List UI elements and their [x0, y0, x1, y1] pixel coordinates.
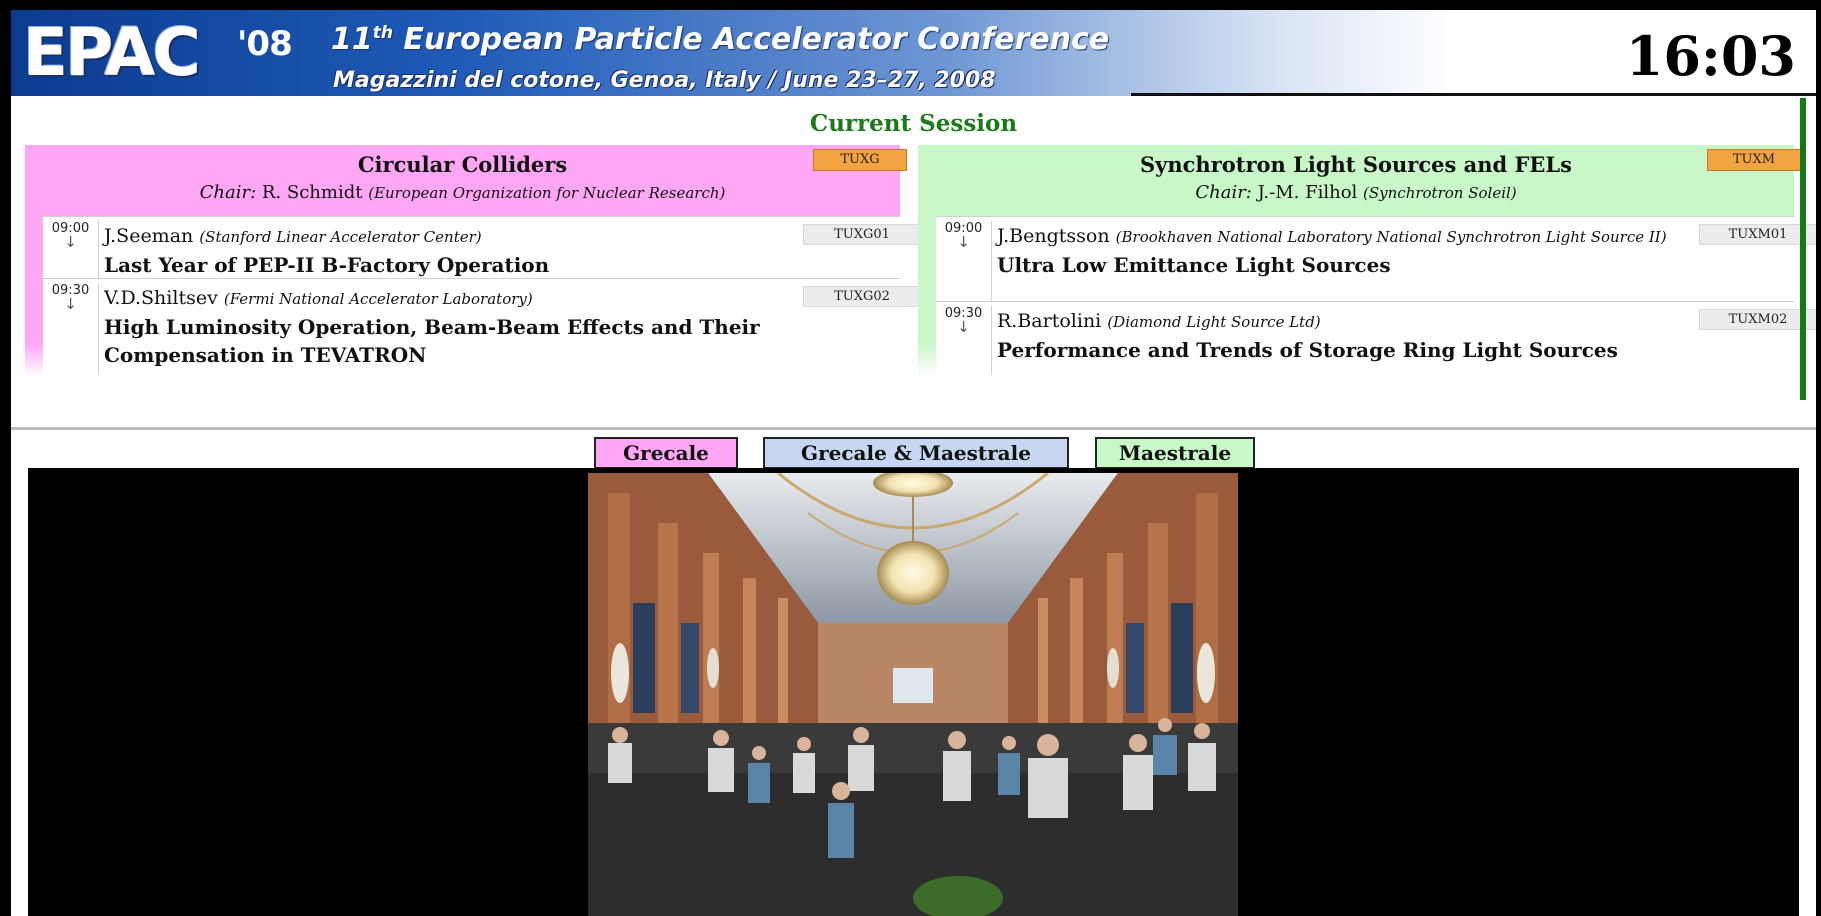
conference-banner: EPAC '08 11th European Particle Accelera…: [11, 10, 1816, 96]
conference-title-text: European Particle Accelerator Conference: [392, 22, 1110, 57]
session-chair: Chair: R. Schmidt (European Organization…: [25, 182, 900, 203]
speaker-institution: (Fermi National Accelerator Laboratory): [223, 290, 533, 308]
chair-label: Chair:: [1195, 182, 1252, 203]
session-title: Circular Colliders: [357, 152, 568, 177]
down-arrow-icon: ↓: [957, 318, 970, 336]
talk-title: Last Year of PEP-II B-Factory Operation: [104, 253, 550, 277]
photo-stage: [28, 468, 1799, 916]
session-code-badge[interactable]: TUXM: [1707, 149, 1801, 171]
conference-title-suffix: th: [372, 23, 393, 43]
session-header: Circular Colliders Chair: R. Schmidt (Eu…: [25, 145, 907, 216]
conference-venue: Magazzini del cotone, Genoa, Italy / Jun…: [333, 68, 996, 93]
talk-speaker: J.Bengtsson (Brookhaven National Laborat…: [997, 225, 1677, 248]
conference-title: 11th European Particle Accelerator Confe…: [331, 22, 1109, 57]
session-header: Synchrotron Light Sources and FELs Chair…: [918, 145, 1801, 216]
talk-body: J.Seeman (Stanford Linear Accelerator Ce…: [104, 225, 549, 279]
session-panel-circular-colliders: Circular Colliders Chair: R. Schmidt (Eu…: [25, 145, 921, 400]
talk-code-badge[interactable]: TUXM02: [1699, 309, 1816, 330]
talk-body: R.Bartolini (Diamond Light Source Ltd) P…: [997, 310, 1697, 364]
talk-time: 09:00 ↓: [936, 221, 992, 305]
tab-maestrale[interactable]: Maestrale: [1095, 437, 1255, 469]
epac-logo: EPAC: [23, 14, 201, 91]
talk-time: 09:30 ↓: [43, 283, 99, 374]
epac-logo-year: '08: [237, 24, 293, 64]
talk-speaker: J.Seeman (Stanford Linear Accelerator Ce…: [104, 225, 549, 248]
display-frame: EPAC '08 11th European Particle Accelera…: [11, 10, 1816, 916]
speaker-institution: (Brookhaven National Laboratory National…: [1115, 228, 1667, 246]
session-right-accent-bar: [1800, 98, 1806, 400]
conference-title-ordinal: 11: [331, 22, 373, 57]
header-rule: [1131, 93, 1816, 96]
venue-hall-photo: [588, 473, 1238, 916]
chair-institution: (Synchrotron Soleil): [1363, 184, 1517, 202]
talk-item[interactable]: 09:30 ↓ R.Bartolini (Diamond Light Source…: [936, 301, 1816, 375]
chair-institution: (European Organization for Nuclear Resea…: [368, 184, 726, 202]
section-divider: [11, 427, 1816, 430]
chair-label: Chair:: [199, 182, 257, 203]
talk-title: Performance and Trends of Storage Ring L…: [997, 338, 1618, 362]
talk-time: 09:00 ↓: [43, 221, 99, 282]
session-side-bar: [918, 216, 936, 376]
speaker-name: R.Bartolini: [997, 310, 1102, 332]
talk-time: 09:30 ↓: [936, 306, 992, 375]
talk-speaker: R.Bartolini (Diamond Light Source Ltd): [997, 310, 1697, 333]
clock: 16:03: [1625, 24, 1796, 88]
talk-item[interactable]: 09:00 ↓ J.Seeman (Stanford Linear Acceler…: [43, 216, 921, 282]
talk-title: Ultra Low Emittance Light Sources: [997, 253, 1391, 277]
speaker-name: J.Seeman: [104, 225, 194, 247]
talk-body: J.Bengtsson (Brookhaven National Laborat…: [997, 225, 1677, 279]
down-arrow-icon: ↓: [64, 233, 77, 251]
session-side-bar: [25, 216, 43, 376]
down-arrow-icon: ↓: [957, 233, 970, 251]
talk-body: V.D.Shiltsev (Fermi National Accelerator…: [104, 287, 764, 369]
session-panel-synchrotron-light-sources: Synchrotron Light Sources and FELs Chair…: [918, 145, 1816, 400]
speaker-institution: (Diamond Light Source Ltd): [1107, 313, 1321, 331]
down-arrow-icon: ↓: [64, 295, 77, 313]
speaker-name: J.Bengtsson: [997, 225, 1110, 247]
session-title: Synchrotron Light Sources and FELs: [1140, 152, 1572, 177]
current-session-heading: Current Session: [809, 110, 1018, 137]
session-chair: Chair: J.-M. Filhol (Synchrotron Soleil): [918, 182, 1794, 203]
speaker-name: V.D.Shiltsev: [104, 287, 218, 309]
talk-item[interactable]: 09:00 ↓ J.Bengtsson (Brookhaven National …: [936, 216, 1816, 305]
tab-grecale[interactable]: Grecale: [594, 437, 738, 469]
talk-item[interactable]: 09:30 ↓ V.D.Shiltsev (Fermi National Acce…: [43, 278, 921, 374]
talk-speaker: V.D.Shiltsev (Fermi National Accelerator…: [104, 287, 764, 310]
talk-code-badge[interactable]: TUXG02: [803, 286, 921, 307]
tab-grecale-and-maestrale[interactable]: Grecale & Maestrale: [763, 437, 1069, 469]
chair-name: R. Schmidt: [261, 182, 363, 203]
talk-code-badge[interactable]: TUXG01: [803, 224, 921, 245]
talk-title: High Luminosity Operation, Beam-Beam Eff…: [104, 315, 760, 367]
session-code-badge[interactable]: TUXG: [813, 149, 907, 171]
talk-code-badge[interactable]: TUXM01: [1699, 224, 1816, 245]
chair-name: J.-M. Filhol: [1257, 182, 1358, 203]
speaker-institution: (Stanford Linear Accelerator Center): [199, 228, 482, 246]
